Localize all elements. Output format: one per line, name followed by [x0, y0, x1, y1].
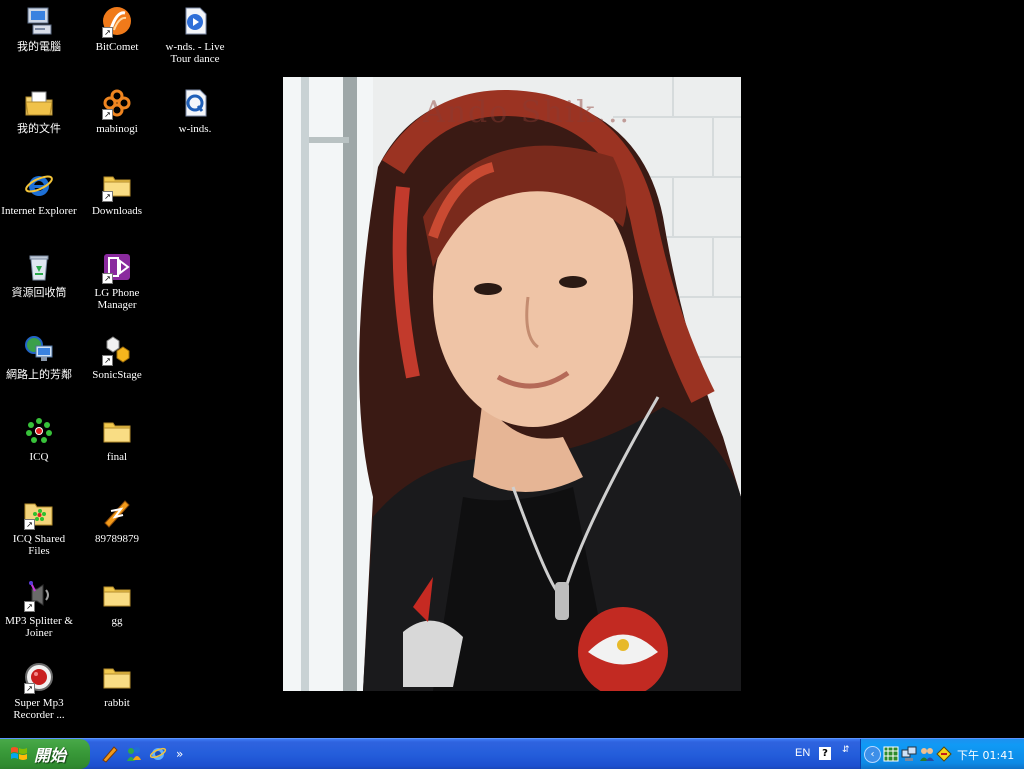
- desktop-icon-super-mp3-recorder[interactable]: ↗ Super Mp3 Recorder ...: [0, 660, 78, 721]
- icon-label: 我的電腦: [17, 41, 61, 53]
- bitcomet-icon: ↗: [100, 4, 134, 38]
- shortcut-arrow-icon: ↗: [102, 273, 113, 284]
- desktop-icon-internet-explorer[interactable]: Internet Explorer: [0, 168, 78, 217]
- icon-label: 網路上的芳鄰: [6, 369, 72, 381]
- media-file-icon: [178, 4, 212, 38]
- my-documents-icon: [22, 86, 56, 120]
- icon-label: 我的文件: [17, 123, 61, 135]
- lg-phone-manager-icon: ↗: [100, 250, 134, 284]
- desktop-icon-w-inds[interactable]: w-inds.: [156, 86, 234, 135]
- desktop-icon-gg[interactable]: gg: [78, 578, 156, 627]
- desktop-icon-icq-shared-files[interactable]: ↗ ICQ Shared Files: [0, 496, 78, 557]
- desktop-icon-bitcomet[interactable]: ↗ BitComet: [78, 4, 156, 53]
- icon-label: rabbit: [104, 697, 130, 709]
- taskbar-clock[interactable]: 下午 01:41: [957, 747, 1014, 763]
- desktop-icon-icq[interactable]: ICQ: [0, 414, 78, 463]
- icon-label: w-nds. - Live Tour dance: [165, 41, 225, 65]
- folder-icon: [100, 414, 134, 448]
- tray-expand-chevron-icon[interactable]: ‹: [864, 746, 881, 763]
- icon-label: SonicStage: [92, 369, 142, 381]
- mabinogi-icon: ↗: [100, 86, 134, 120]
- shortcut-arrow-icon: ↗: [24, 683, 35, 694]
- icq-shared-folder-icon: ↗: [22, 496, 56, 530]
- my-computer-icon: [22, 4, 56, 38]
- desktop-icon-mp3-splitter-joiner[interactable]: ↗ MP3 Splitter & Joiner: [0, 578, 78, 639]
- desktop-icon-recycle-bin[interactable]: 資源回收筒: [0, 250, 78, 299]
- desktop-icon-final[interactable]: final: [78, 414, 156, 463]
- desktop[interactable]: 我的電腦 我的文件 Internet Explorer 資源回收筒 網路上的芳鄰: [0, 0, 1024, 738]
- icon-label: gg: [111, 615, 123, 627]
- desktop-icon-sonicstage[interactable]: ↗ SonicStage: [78, 332, 156, 381]
- shortcut-arrow-icon: ↗: [24, 601, 35, 612]
- network-places-icon: [22, 332, 56, 366]
- shortcut-arrow-icon: ↗: [102, 27, 113, 38]
- wallpaper-portrait-image: [283, 77, 741, 691]
- desktop-icon-mabinogi[interactable]: ↗ mabinogi: [78, 86, 156, 135]
- quicklaunch-winamp[interactable]: [100, 744, 120, 764]
- start-button[interactable]: 開始: [0, 739, 90, 769]
- icq-icon: [22, 414, 56, 448]
- shortcut-arrow-icon: ↗: [24, 519, 35, 530]
- icon-label: LG Phone Manager: [94, 287, 140, 311]
- security-shield-tray-icon[interactable]: [936, 746, 952, 762]
- language-indicator[interactable]: EN: [795, 747, 810, 759]
- mp3-splitter-icon: ↗: [22, 578, 56, 612]
- recycle-bin-icon: [22, 250, 56, 284]
- desktop-icon-network-places[interactable]: 網路上的芳鄰: [0, 332, 78, 381]
- network-tray-icon[interactable]: [901, 746, 917, 762]
- quicklaunch-more-chevron[interactable]: »: [176, 747, 183, 761]
- icon-label: mabinogi: [96, 123, 138, 135]
- desktop-icon-my-documents[interactable]: 我的文件: [0, 86, 78, 135]
- wallpaper-watermark: Ando Shik...: [423, 95, 632, 130]
- taskbar[interactable]: 開始 » EN ? ⇵ ‹ 下午 01:41: [0, 738, 1024, 769]
- grid-app-tray-icon[interactable]: [883, 746, 899, 762]
- icon-label: 89789879: [95, 533, 139, 545]
- icon-label: Downloads: [91, 205, 143, 217]
- mp3-recorder-icon: ↗: [22, 660, 56, 694]
- folder-icon: [100, 660, 134, 694]
- quicklaunch-internet-explorer[interactable]: [148, 744, 168, 764]
- language-options-icon[interactable]: ⇵: [842, 745, 852, 761]
- system-tray: ‹ 下午 01:41: [860, 739, 1024, 769]
- quicktime-file-icon: [178, 86, 212, 120]
- start-label: 開始: [34, 748, 67, 765]
- internet-explorer-icon: [22, 168, 56, 202]
- desktop-icon-89789879[interactable]: 89789879: [78, 496, 156, 545]
- quick-launch-bar: »: [100, 743, 183, 765]
- sonicstage-icon: ↗: [100, 332, 134, 366]
- windows-flag-icon: [11, 747, 27, 760]
- desktop-icon-rabbit[interactable]: rabbit: [78, 660, 156, 709]
- icon-label: 資源回收筒: [11, 287, 67, 299]
- shortcut-arrow-icon: ↗: [102, 109, 113, 120]
- icon-label: BitComet: [95, 41, 139, 53]
- icon-label: Internet Explorer: [1, 205, 77, 217]
- users-tray-icon[interactable]: [919, 746, 935, 762]
- folder-icon: [100, 578, 134, 612]
- desktop-icon-downloads[interactable]: ↗ Downloads: [78, 168, 156, 217]
- folder-icon: ↗: [100, 168, 134, 202]
- icon-label: ICQ: [29, 451, 49, 463]
- quicklaunch-msn[interactable]: [124, 744, 144, 764]
- internet-explorer-icon: [149, 747, 167, 760]
- icon-label: w-inds.: [178, 123, 212, 135]
- winamp-icon: [102, 746, 118, 763]
- msn-messenger-icon: [127, 747, 141, 761]
- shortcut-arrow-icon: ↗: [102, 355, 113, 366]
- desktop-icon-my-computer[interactable]: 我的電腦: [0, 4, 78, 53]
- wallpaper-photo: Ando Shik...: [283, 77, 741, 691]
- icon-label: final: [106, 451, 128, 463]
- desktop-icon-lg-phone-manager[interactable]: ↗ LG Phone Manager: [78, 250, 156, 311]
- icon-label: MP3 Splitter & Joiner: [5, 615, 73, 639]
- icon-label: Super Mp3 Recorder ...: [13, 697, 65, 721]
- help-icon[interactable]: ?: [819, 747, 831, 760]
- desktop-icon-w-nds-live-tour-dance[interactable]: w-nds. - Live Tour dance: [156, 4, 234, 65]
- shortcut-arrow-icon: ↗: [102, 191, 113, 202]
- icon-label: ICQ Shared Files: [12, 533, 66, 557]
- winamp-icon: [100, 496, 134, 530]
